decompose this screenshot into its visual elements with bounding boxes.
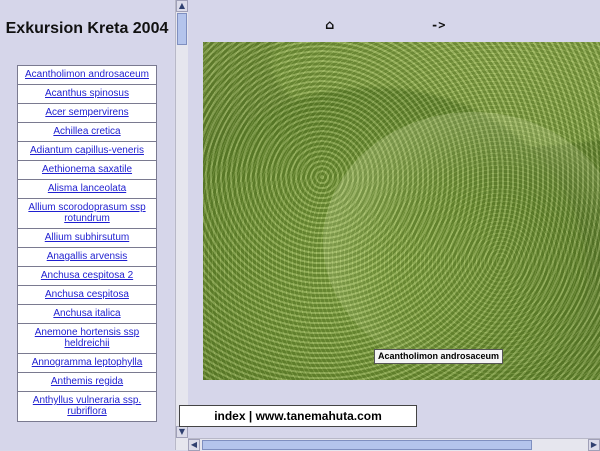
footer-separator: |: [245, 409, 256, 423]
list-item: Anthyllus vulneraria ssp. rubriflora: [17, 391, 157, 422]
list-cell: Anthemis regida: [17, 372, 157, 392]
scroll-right-button[interactable]: ▶: [588, 439, 600, 451]
species-link[interactable]: Anchusa italica: [53, 308, 120, 319]
list-cell: Anemone hortensis ssp heldreichii: [17, 323, 157, 354]
species-link[interactable]: Anagallis arvensis: [47, 251, 128, 262]
list-cell: Alisma lanceolata: [17, 179, 157, 199]
list-cell: Annogramma leptophylla: [17, 353, 157, 373]
species-link[interactable]: Anemone hortensis ssp heldreichii: [35, 327, 140, 349]
list-item: Anchusa italica: [17, 304, 157, 324]
list-cell: Acanthus spinosus: [17, 84, 157, 104]
vertical-scrollbar[interactable]: ▲ ▼: [175, 0, 188, 450]
photo-caption: Acantholimon androsaceum: [374, 349, 504, 364]
list-item: Anagallis arvensis: [17, 247, 157, 267]
scroll-thumb[interactable]: [177, 13, 187, 45]
horizontal-scroll-thumb[interactable]: [202, 440, 532, 450]
species-link[interactable]: Achillea cretica: [53, 126, 120, 137]
species-link[interactable]: Anchusa cespitosa 2: [41, 270, 133, 281]
species-link[interactable]: Alisma lanceolata: [48, 183, 126, 194]
next-link[interactable]: ->: [431, 18, 445, 32]
list-item: Alisma lanceolata: [17, 179, 157, 199]
species-link[interactable]: Acanthus spinosus: [45, 88, 129, 99]
list-item: Annogramma leptophylla: [17, 353, 157, 373]
list-cell: Aethionema saxatile: [17, 160, 157, 180]
scroll-left-button[interactable]: ◀: [188, 439, 200, 451]
list-item: Acantholimon androsaceum: [17, 65, 157, 85]
list-item: Aethionema saxatile: [17, 160, 157, 180]
list-item: Achillea cretica: [17, 122, 157, 142]
species-link[interactable]: Anchusa cespitosa: [45, 289, 129, 300]
list-cell: Adiantum capillus-veneris: [17, 141, 157, 161]
scroll-up-button[interactable]: ▲: [176, 0, 188, 12]
list-cell: Anthyllus vulneraria ssp. rubriflora: [17, 391, 157, 422]
species-list: Acantholimon androsaceum Acanthus spinosu…: [17, 65, 157, 422]
list-cell: Anagallis arvensis: [17, 247, 157, 267]
list-item: Anemone hortensis ssp heldreichii: [17, 323, 157, 354]
species-link[interactable]: Allium scorodoprasum ssp rotundrum: [28, 202, 145, 224]
site-link[interactable]: www.tanemahuta.com: [256, 409, 382, 423]
list-item: Anchusa cespitosa 2: [17, 266, 157, 286]
list-item: Acanthus spinosus: [17, 84, 157, 104]
list-cell: Anchusa cespitosa 2: [17, 266, 157, 286]
list-item: Anthemis regida: [17, 372, 157, 392]
home-icon[interactable]: ⌂: [325, 18, 334, 33]
index-link[interactable]: index: [214, 409, 245, 423]
list-item: Allium scorodoprasum ssp rotundrum: [17, 198, 157, 229]
species-link[interactable]: Anthemis regida: [51, 376, 123, 387]
list-item: Allium subhirsutum: [17, 228, 157, 248]
species-link[interactable]: Acer sempervirens: [45, 107, 128, 118]
page-title: Exkursion Kreta 2004: [5, 20, 169, 37]
list-cell: Achillea cretica: [17, 122, 157, 142]
list-cell: Anchusa italica: [17, 304, 157, 324]
species-link[interactable]: Allium subhirsutum: [45, 232, 129, 243]
species-link[interactable]: Adiantum capillus-veneris: [30, 145, 144, 156]
horizontal-scrollbar[interactable]: ◀ ▶: [188, 438, 600, 451]
right-frame: ⌂ -> Acantholimon androsaceum index | ww…: [179, 0, 600, 450]
species-link[interactable]: Acantholimon androsaceum: [25, 69, 149, 80]
list-cell: Allium scorodoprasum ssp rotundrum: [17, 198, 157, 229]
species-link[interactable]: Annogramma leptophylla: [32, 357, 143, 368]
species-link[interactable]: Anthyllus vulneraria ssp. rubriflora: [33, 395, 141, 417]
left-frame: Exkursion Kreta 2004 Acantholimon andros…: [0, 0, 174, 450]
list-cell: Acantholimon androsaceum: [17, 65, 157, 85]
plant-photo: Acantholimon androsaceum: [203, 42, 600, 380]
list-cell: Anchusa cespitosa: [17, 285, 157, 305]
list-cell: Acer sempervirens: [17, 103, 157, 123]
footer-bar: index | www.tanemahuta.com: [179, 405, 417, 427]
list-item: Acer sempervirens: [17, 103, 157, 123]
list-item: Anchusa cespitosa: [17, 285, 157, 305]
list-cell: Allium subhirsutum: [17, 228, 157, 248]
species-link[interactable]: Aethionema saxatile: [42, 164, 132, 175]
scroll-down-button[interactable]: ▼: [176, 426, 188, 438]
list-item: Adiantum capillus-veneris: [17, 141, 157, 161]
